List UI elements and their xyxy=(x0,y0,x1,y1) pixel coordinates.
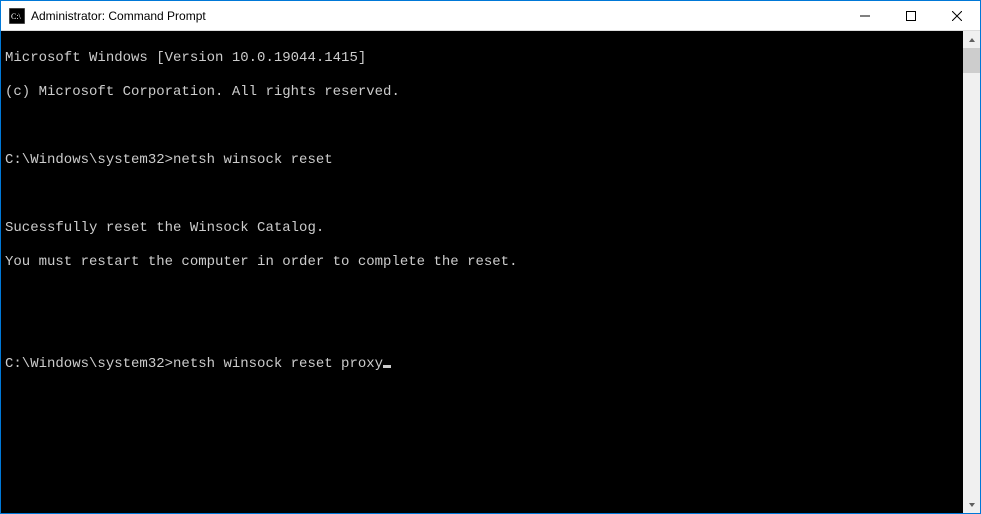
console-line: Sucessfully reset the Winsock Catalog. xyxy=(5,220,959,237)
cursor-icon xyxy=(383,365,391,368)
console-prompt-line: C:\Windows\system32>netsh winsock reset xyxy=(5,152,959,169)
window-controls xyxy=(842,1,980,30)
scroll-track[interactable] xyxy=(963,48,980,496)
console-prompt-line: C:\Windows\system32>netsh winsock reset … xyxy=(5,356,959,373)
console-body: Microsoft Windows [Version 10.0.19044.14… xyxy=(1,31,980,513)
scroll-down-arrow-icon[interactable] xyxy=(963,496,980,513)
minimize-button[interactable] xyxy=(842,1,888,30)
cmd-icon: C:\ xyxy=(9,8,25,24)
console-line: You must restart the computer in order t… xyxy=(5,254,959,271)
console-content[interactable]: Microsoft Windows [Version 10.0.19044.14… xyxy=(1,31,963,513)
vertical-scrollbar[interactable] xyxy=(963,31,980,513)
console-line xyxy=(5,118,959,135)
prompt-path: C:\Windows\system32> xyxy=(5,356,173,372)
command-prompt-window: C:\ Administrator: Command Prompt Micros… xyxy=(0,0,981,514)
maximize-button[interactable] xyxy=(888,1,934,30)
console-line xyxy=(5,288,959,305)
console-line xyxy=(5,186,959,203)
close-button[interactable] xyxy=(934,1,980,30)
scroll-up-arrow-icon[interactable] xyxy=(963,31,980,48)
console-line xyxy=(5,322,959,339)
window-title: Administrator: Command Prompt xyxy=(31,9,842,23)
console-line: Microsoft Windows [Version 10.0.19044.14… xyxy=(5,50,959,67)
prompt-command: netsh winsock reset proxy xyxy=(173,356,383,372)
prompt-command: netsh winsock reset xyxy=(173,152,333,168)
scroll-thumb[interactable] xyxy=(963,48,980,73)
prompt-path: C:\Windows\system32> xyxy=(5,152,173,168)
svg-text:C:\: C:\ xyxy=(11,12,22,21)
titlebar[interactable]: C:\ Administrator: Command Prompt xyxy=(1,1,980,31)
console-line: (c) Microsoft Corporation. All rights re… xyxy=(5,84,959,101)
